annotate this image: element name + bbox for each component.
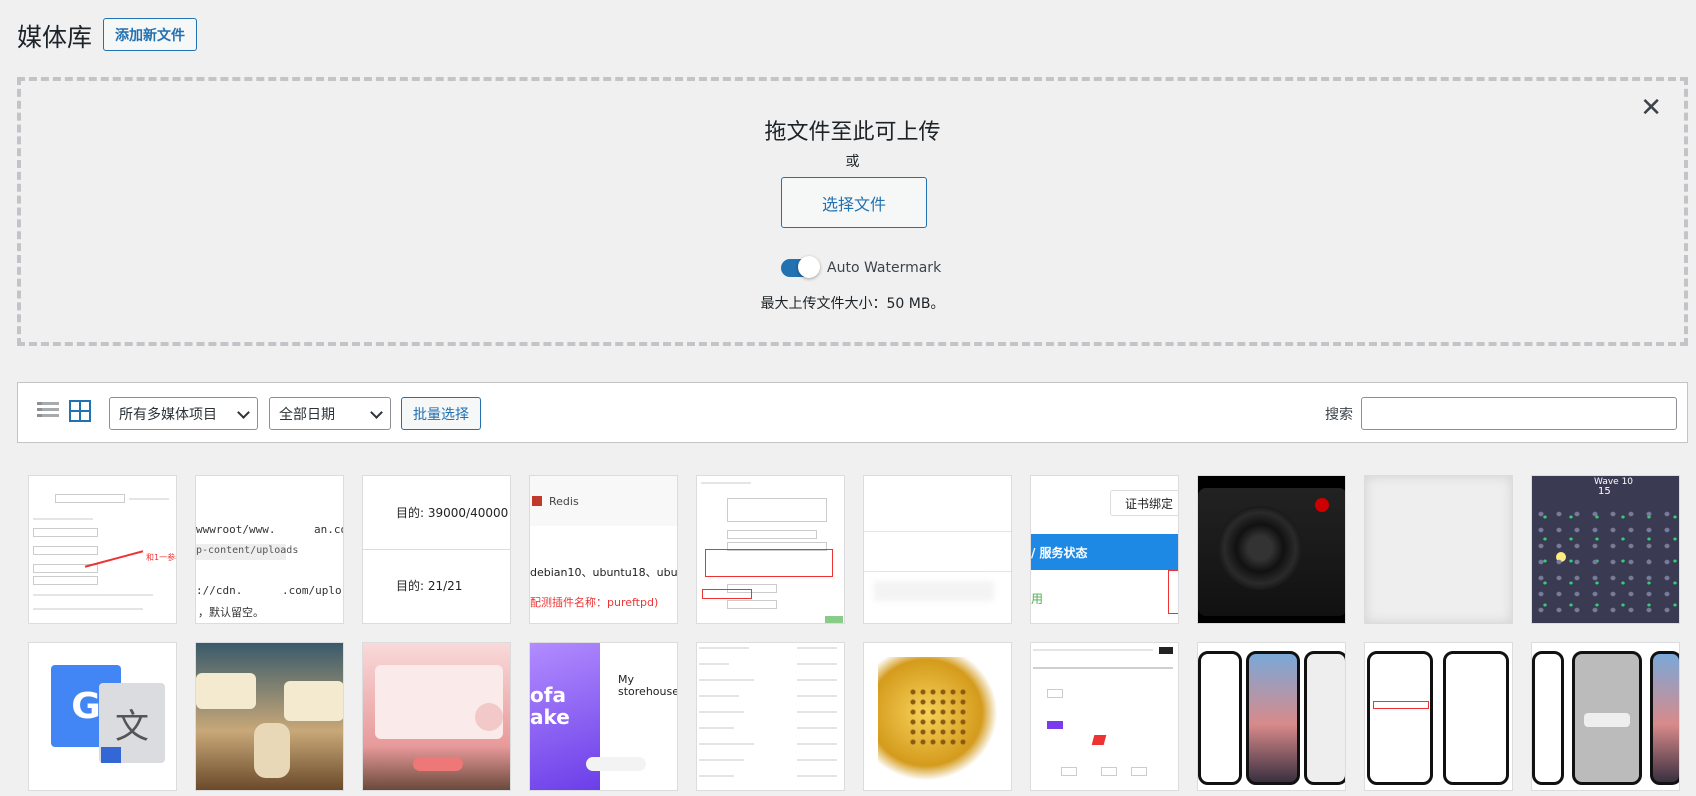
media-toolbar: 所有多媒体项目 全部日期 批量选择 搜索: [17, 382, 1688, 443]
watermark-toggle[interactable]: [781, 256, 820, 278]
thumb-text: Redis: [549, 495, 579, 508]
select-files-button[interactable]: 选择文件: [781, 177, 927, 228]
chevron-down-icon: [370, 406, 383, 419]
add-new-media-button[interactable]: 添加新文件: [103, 18, 197, 51]
media-item[interactable]: [1197, 475, 1346, 624]
media-item[interactable]: [863, 642, 1012, 791]
media-item[interactable]: Redis debian10、ubuntu18、ubuntu20 配测插件名称：…: [529, 475, 678, 624]
max-upload-size: 最大上传文件大小：50 MB。: [760, 296, 945, 312]
media-item[interactable]: 和1一参看: [28, 475, 177, 624]
date-filter[interactable]: 全部日期: [269, 397, 391, 430]
media-item[interactable]: ofa ake My storehouse: [529, 642, 678, 791]
media-item[interactable]: [1197, 642, 1346, 791]
thumb-text: wwwroot/www.: [196, 523, 276, 536]
thumb-text: ，默认留空。: [198, 606, 264, 619]
thumb-text: / 服务状态: [1031, 546, 1088, 560]
media-item[interactable]: [1531, 642, 1680, 791]
search-input[interactable]: [1361, 397, 1677, 430]
thumb-text: 配测插件名称：pureftpd): [530, 596, 659, 609]
media-item[interactable]: [1030, 642, 1179, 791]
media-item[interactable]: [696, 475, 845, 624]
media-type-filter-value: 所有多媒体项目: [119, 406, 217, 423]
media-item[interactable]: 目的: 39000/40000 目的: 21/21: [362, 475, 511, 624]
thumb-text: ake: [530, 705, 570, 729]
upload-dropzone[interactable]: ✕ 拖文件至此可上传 或 选择文件 Auto Watermark 最大上传文件大…: [17, 77, 1688, 346]
media-item[interactable]: 证书绑定 / 服务状态 用: [1030, 475, 1179, 624]
page-title: 媒体库: [17, 23, 93, 52]
media-item[interactable]: [863, 475, 1012, 624]
media-type-filter[interactable]: 所有多媒体项目: [109, 397, 258, 430]
thumb-text: .com/uplo: [282, 584, 342, 597]
thumb-text: ofa: [530, 683, 566, 707]
thumb-text: debian10、ubuntu18、ubuntu20: [530, 566, 678, 579]
search-label: 搜索: [1325, 407, 1353, 423]
thumb-text: ://cdn.: [196, 584, 243, 597]
auto-watermark-row: Auto Watermark: [781, 256, 942, 278]
watermark-label: Auto Watermark: [827, 260, 942, 276]
thumb-text: 目的: 39000/40000: [396, 506, 509, 520]
thumb-text: 15: [1598, 486, 1611, 497]
annotation-text: 和1一参看: [146, 553, 176, 562]
media-item[interactable]: [195, 642, 344, 791]
thumb-text: an.com: [314, 523, 343, 536]
media-item[interactable]: G 文: [28, 642, 177, 791]
thumb-text: 证书绑定: [1125, 497, 1174, 511]
date-filter-value: 全部日期: [279, 406, 335, 423]
thumb-text: p-content/uploads: [196, 545, 299, 556]
media-item[interactable]: [1364, 642, 1513, 791]
grid-view-icon[interactable]: [69, 400, 91, 422]
thumb-text: 目的: 21/21: [396, 579, 463, 593]
list-view-icon[interactable]: [37, 402, 59, 422]
media-item[interactable]: [362, 642, 511, 791]
media-item[interactable]: [1364, 475, 1513, 624]
thumb-text: 用: [1031, 592, 1044, 606]
chevron-down-icon: [237, 406, 250, 419]
media-item[interactable]: wwwroot/www. an.com p-content/uploads :/…: [195, 475, 344, 624]
bulk-select-button[interactable]: 批量选择: [401, 397, 481, 430]
dropzone-or-text: 或: [845, 154, 860, 170]
media-item[interactable]: Wave 10 15: [1531, 475, 1680, 624]
media-item[interactable]: [696, 642, 845, 791]
dropzone-title: 拖文件至此可上传: [764, 120, 941, 145]
thumb-text: storehouse: [618, 685, 678, 698]
